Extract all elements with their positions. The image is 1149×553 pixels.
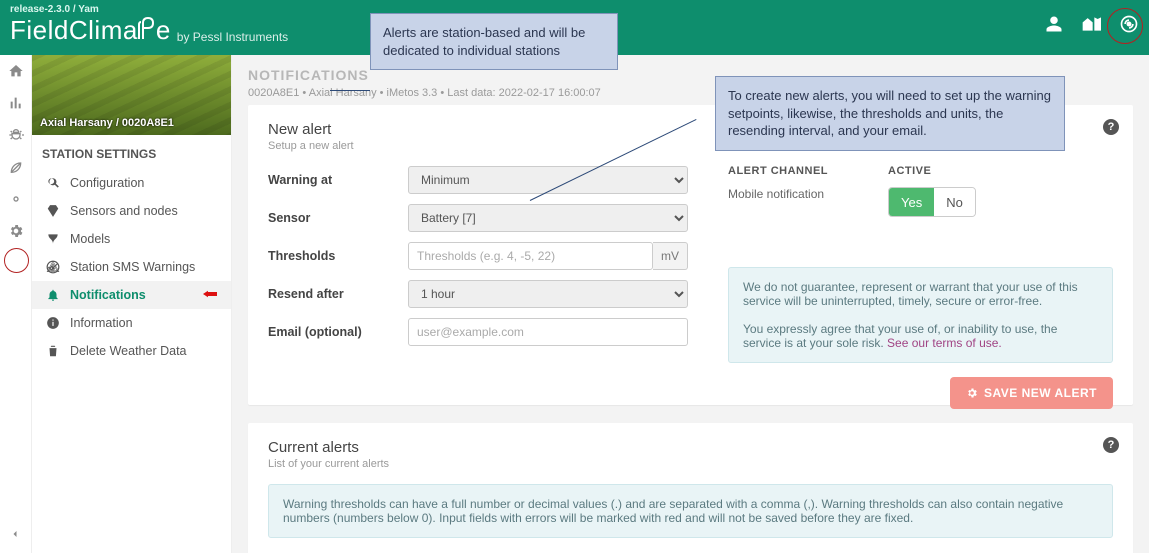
user-icon[interactable] (1045, 15, 1063, 38)
sidebar-item-sensors[interactable]: Sensors and nodes (32, 197, 231, 225)
farm-icon[interactable] (1081, 15, 1101, 38)
sidebar-item-label: Configuration (70, 176, 144, 190)
annotation-arrow-icon (203, 287, 217, 304)
label-warning: Warning at (268, 173, 408, 187)
callout-2: To create new alerts, you will need to s… (715, 76, 1065, 151)
label-resend: Resend after (268, 287, 408, 301)
rail-bug-icon[interactable] (6, 125, 26, 145)
rail-gear-icon[interactable] (6, 221, 26, 241)
sidebar-item-configuration[interactable]: Configuration (32, 169, 231, 197)
disclaimer-box: We do not guarantee, represent or warran… (728, 267, 1113, 363)
sidebar-item-label: Models (70, 232, 110, 246)
station-banner[interactable]: Axial Harsany / 0020A8E1 (32, 55, 231, 135)
thresholds-unit: mV (653, 242, 688, 270)
save-button-label: SAVE NEW ALERT (984, 386, 1097, 400)
label-sensor: Sensor (268, 211, 408, 225)
station-label: Axial Harsany / 0020A8E1 (40, 117, 174, 129)
disclaimer-1: We do not guarantee, represent or warran… (743, 280, 1098, 308)
channel-label: ALERT CHANNEL (728, 165, 828, 177)
help-icon[interactable]: ? (1103, 437, 1119, 453)
brand-part-a: Field (10, 15, 69, 45)
annotation-circle-rail (4, 248, 29, 273)
select-sensor[interactable]: Battery [7] (408, 204, 688, 232)
channel-value: Mobile notification (728, 187, 828, 201)
new-alert-right: ALERT CHANNEL Mobile notification ACTIVE… (728, 165, 1113, 217)
leader-line (330, 90, 370, 91)
brand-part-c: e (156, 15, 171, 45)
sidebar-item-label: Delete Weather Data (70, 344, 187, 358)
icon-rail (0, 55, 32, 553)
sidebar: Axial Harsany / 0020A8E1 STATION SETTING… (32, 55, 232, 553)
input-email[interactable] (408, 318, 688, 346)
brand-byline: by Pessl Instruments (177, 30, 288, 44)
rail-home-icon[interactable] (6, 61, 26, 81)
rail-collapse-icon[interactable] (9, 527, 21, 545)
brand-logo: FieldClimae (10, 15, 171, 48)
active-toggle[interactable]: Yes No (888, 187, 976, 217)
callout-1: Alerts are station-based and will be ded… (370, 13, 618, 70)
sidebar-item-models[interactable]: Models (32, 225, 231, 253)
annotation-circle-top (1107, 8, 1143, 44)
terms-link[interactable]: See our terms of use. (887, 336, 1002, 350)
label-thresholds: Thresholds (268, 249, 408, 263)
sidebar-item-information[interactable]: Information (32, 309, 231, 337)
current-title: Current alerts (268, 439, 1113, 456)
current-alerts-card: ? Current alerts List of your current al… (248, 423, 1133, 553)
toggle-yes[interactable]: Yes (889, 188, 934, 216)
input-thresholds[interactable] (408, 242, 653, 270)
brand-part-b: Clima (69, 15, 138, 45)
save-button[interactable]: SAVE NEW ALERT (950, 377, 1113, 409)
label-email: Email (optional) (268, 325, 408, 339)
sidebar-item-label: Notifications (70, 288, 146, 302)
rail-leaf-icon[interactable] (6, 157, 26, 177)
sidebar-list: Configuration Sensors and nodes Models S… (32, 169, 231, 365)
leaf-icon (136, 15, 156, 48)
disclaimer-2: You expressly agree that your use of, or… (743, 322, 1098, 350)
rail-chart-icon[interactable] (6, 93, 26, 113)
sidebar-header: STATION SETTINGS (32, 135, 231, 169)
sidebar-item-delete[interactable]: Delete Weather Data (32, 337, 231, 365)
select-resend[interactable]: 1 hour (408, 280, 688, 308)
sidebar-item-label: Station SMS Warnings (70, 260, 195, 274)
rail-link-icon[interactable] (6, 189, 26, 209)
help-icon[interactable]: ? (1103, 119, 1119, 135)
current-info-box: Warning thresholds can have a full numbe… (268, 484, 1113, 538)
sidebar-item-sms[interactable]: Station SMS Warnings (32, 253, 231, 281)
current-sub: List of your current alerts (268, 458, 1113, 470)
toggle-no[interactable]: No (934, 188, 975, 216)
sidebar-item-label: Sensors and nodes (70, 204, 178, 218)
sidebar-item-label: Information (70, 316, 133, 330)
sidebar-item-notifications[interactable]: Notifications (32, 281, 231, 309)
active-label: ACTIVE (888, 165, 976, 177)
